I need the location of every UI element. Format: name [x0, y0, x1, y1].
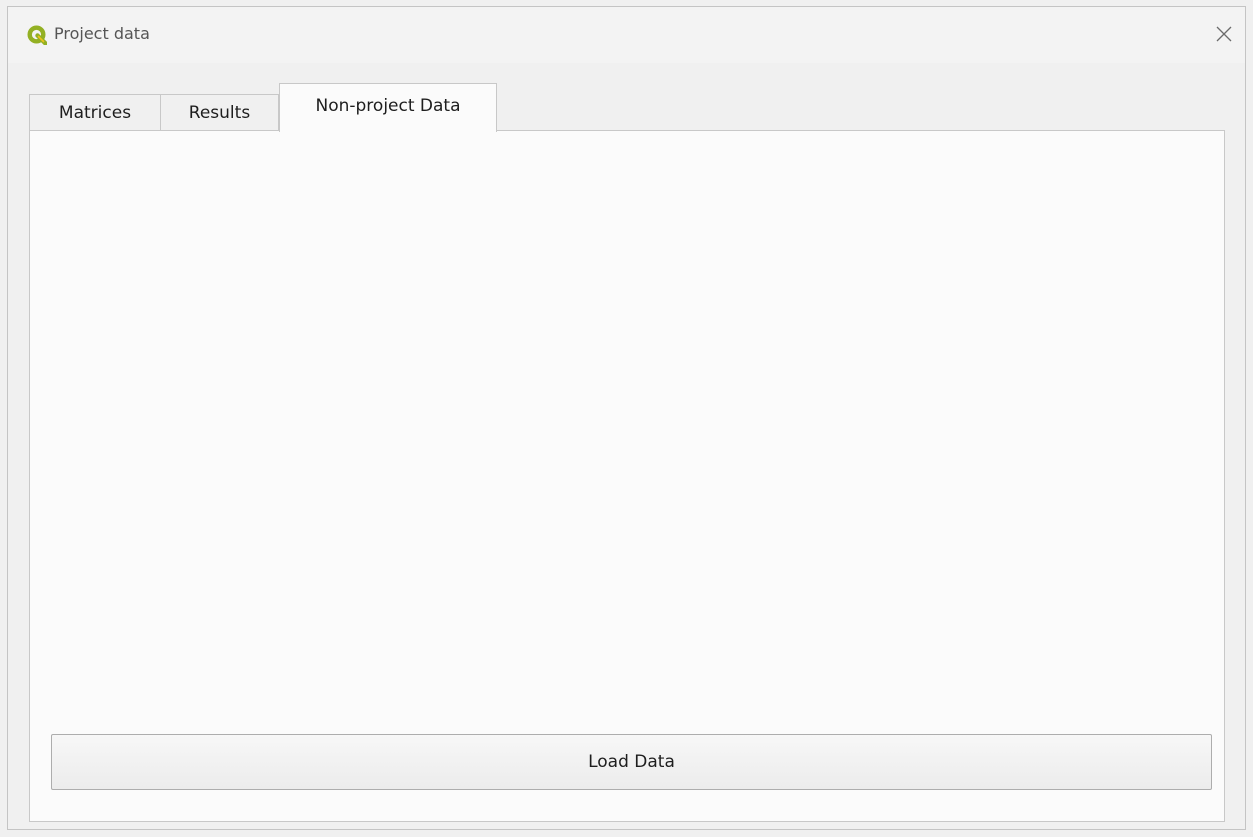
- tab-matrices[interactable]: Matrices: [29, 94, 161, 131]
- tab-non-project-data[interactable]: Non-project Data: [279, 83, 497, 132]
- close-icon[interactable]: [1209, 19, 1239, 49]
- load-data-button[interactable]: Load Data: [51, 734, 1212, 790]
- project-data-dialog: Project data Matrices Results Non-projec…: [7, 6, 1246, 830]
- title-bar: Project data: [8, 7, 1245, 63]
- window-title: Project data: [54, 24, 150, 43]
- non-project-data-panel: Load Data: [29, 130, 1225, 822]
- qgis-logo-icon: [27, 25, 48, 46]
- tab-results[interactable]: Results: [160, 94, 279, 131]
